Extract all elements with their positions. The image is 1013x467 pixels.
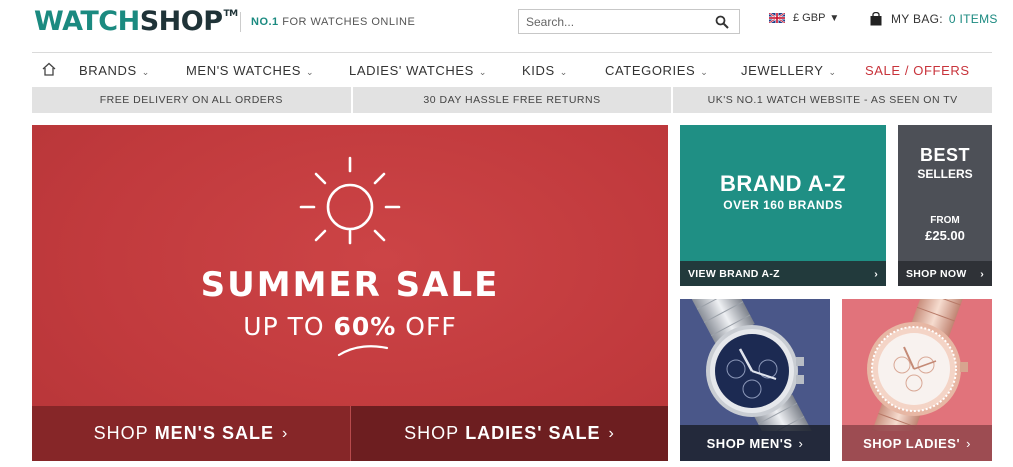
logo-divider	[240, 12, 241, 32]
best-sellers-tile[interactable]: BEST SELLERS FROM £25.00 SHOP NOW ›	[898, 125, 992, 286]
shop-ladies-link[interactable]: SHOP LADIES' ›	[842, 425, 992, 461]
link-text: SHOP NOW	[906, 267, 967, 280]
shop-ladies-tile[interactable]: SHOP LADIES' ›	[842, 299, 992, 461]
chevron-right-icon: ›	[608, 424, 615, 442]
nav-item-label: MEN'S WATCHES	[186, 63, 302, 78]
cta-label: LADIES' SALE	[465, 423, 601, 443]
nav-item-label: BRANDS	[79, 63, 137, 78]
usp-returns[interactable]: 30 DAY HASSLE FREE RETURNS	[353, 87, 674, 113]
link-text: SHOP MEN'S	[706, 435, 793, 451]
tagline: NO.1 FOR WATCHES ONLINE	[251, 16, 415, 28]
chevron-down-icon: ⌄	[559, 67, 568, 77]
bag-count: 0 ITEMS	[948, 12, 998, 26]
shop-mens-link[interactable]: SHOP MEN'S ›	[680, 425, 830, 461]
currency-selector[interactable]: £ GBP ▼	[769, 12, 839, 24]
logo-tm: TM	[223, 9, 239, 19]
nav-item-label: CATEGORIES	[605, 63, 696, 78]
shop-now-link[interactable]: SHOP NOW ›	[898, 261, 992, 286]
usp-no1-website[interactable]: UK'S NO.1 WATCH WEBSITE - AS SEEN ON TV	[673, 87, 992, 113]
link-bold: A-Z	[761, 267, 780, 280]
home-icon[interactable]	[41, 61, 57, 77]
shop-mens-sale-button[interactable]: SHOP MEN'S SALE ›	[32, 406, 350, 461]
best-tile-price: £25.00	[925, 228, 965, 243]
nav-item-brands[interactable]: BRANDS ⌄	[79, 63, 150, 78]
cta-label: MEN'S SALE	[154, 423, 274, 443]
chevron-right-icon: ›	[281, 424, 289, 442]
chevron-down-icon: ⌄	[828, 67, 837, 77]
brand-tile-title: BRAND A-Z	[720, 171, 846, 196]
nav-item-categories[interactable]: CATEGORIES ⌄	[605, 63, 708, 78]
bag-label: MY BAG:	[891, 12, 943, 26]
nav-item-ladies-watches[interactable]: LADIES' WATCHES ⌄	[349, 63, 487, 78]
chevron-right-icon: ›	[874, 267, 878, 280]
nav-item-label: KIDS	[522, 63, 555, 78]
brand-tile-subtitle: OVER 160 BRANDS	[723, 198, 843, 212]
shopping-bag[interactable]: MY BAG: 0 ITEMS	[870, 12, 998, 26]
usp-free-delivery[interactable]: FREE DELIVERY ON ALL ORDERS	[32, 87, 353, 113]
chevron-down-icon: ⌄	[478, 67, 488, 77]
cta-prefix: SHOP	[93, 423, 149, 443]
nav-item-label: SALE / OFFERS	[865, 63, 970, 78]
logo-shop-text: SHOP	[139, 6, 223, 37]
nav-item-mens-watches[interactable]: MEN'S WATCHES ⌄	[186, 63, 314, 78]
bag-icon	[870, 12, 882, 26]
chevron-down-icon: ⌄	[141, 67, 150, 77]
site-logo[interactable]: WATCH SHOP TM	[34, 6, 238, 37]
cta-prefix: SHOP	[404, 423, 460, 443]
view-brand-az-link[interactable]: VIEW BRAND A-Z ›	[680, 261, 886, 286]
nav-item-label: JEWELLERY	[741, 63, 824, 78]
chevron-right-icon: ›	[966, 435, 971, 451]
best-tile-subtitle: SELLERS	[917, 167, 973, 181]
nav-item-kids[interactable]: KIDS ⌄	[522, 63, 568, 78]
link-text: SHOP LADIES'	[863, 435, 961, 451]
hero-subtitle: UP TO 60% OFF	[32, 312, 668, 341]
ladies-watch-image	[863, 299, 970, 431]
mens-watch-image	[687, 299, 821, 431]
summer-sale-banner[interactable]: SUMMER SALE UP TO 60% OFF SHOP MEN'S SAL…	[32, 125, 668, 461]
caret-down-icon: ▼	[829, 12, 840, 24]
chevron-right-icon: ›	[798, 435, 804, 451]
search-icon[interactable]	[715, 15, 729, 29]
tagline-text: FOR WATCHES ONLINE	[282, 16, 416, 28]
logo-watch-text: WATCH	[34, 6, 140, 37]
sun-icon	[299, 156, 401, 245]
nav-item-sale-offers[interactable]: SALE / OFFERS	[865, 63, 970, 78]
usp-bar: FREE DELIVERY ON ALL ORDERS 30 DAY HASSL…	[32, 87, 992, 113]
search-box	[518, 9, 740, 34]
chevron-down-icon: ⌄	[306, 67, 315, 77]
chevron-down-icon: ⌄	[700, 67, 709, 77]
site-header: WATCHSHOPTM NO.1 FOR WATCHES ONLINE £ GB…	[0, 0, 1013, 52]
link-text: VIEW BRAND A-Z	[688, 268, 780, 280]
swoosh-underline	[337, 345, 389, 357]
hero-title: SUMMER SALE	[200, 265, 500, 305]
search-input[interactable]	[519, 10, 709, 33]
best-tile-title: BEST	[919, 145, 970, 165]
shop-ladies-sale-button[interactable]: SHOP LADIES' SALE ›	[351, 406, 668, 461]
tagline-no1: NO.1	[251, 16, 279, 28]
chevron-right-icon: ›	[980, 267, 984, 280]
best-tile-from: FROM	[930, 215, 960, 226]
hero-sub-prefix: UP TO	[243, 312, 325, 341]
hero-sub-suffix: OFF	[405, 312, 457, 341]
nav-item-jewellery[interactable]: JEWELLERY ⌄	[741, 63, 837, 78]
currency-label: £ GBP	[793, 12, 826, 24]
link-prefix: VIEW BRAND	[688, 267, 759, 280]
shop-mens-tile[interactable]: SHOP MEN'S ›	[680, 299, 830, 461]
nav-item-label: LADIES' WATCHES	[349, 63, 474, 78]
hero-discount: 60%	[333, 312, 397, 341]
uk-flag-icon	[769, 13, 785, 23]
main-nav: BRANDS ⌄ MEN'S WATCHES ⌄ LADIES' WATCHES ⌄ …	[32, 53, 992, 86]
brand-az-tile[interactable]: BRAND A-Z OVER 160 BRANDS VIEW BRAND A-Z…	[680, 125, 886, 286]
